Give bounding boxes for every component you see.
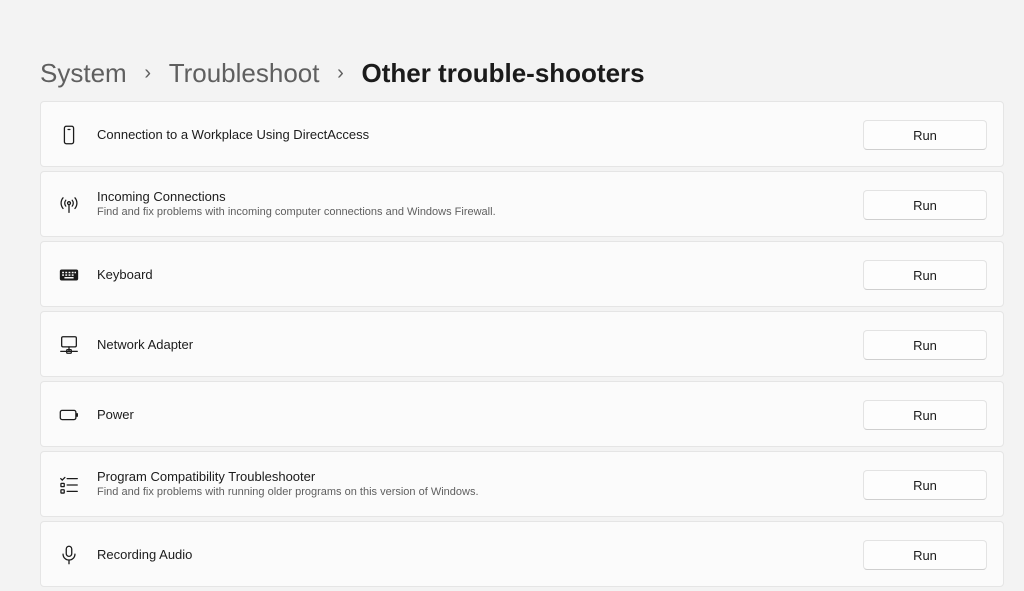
- item-title: Keyboard: [97, 266, 153, 282]
- item-text: Incoming Connections Find and fix proble…: [97, 172, 837, 236]
- item-text: Connection to a Workplace Using DirectAc…: [97, 102, 837, 166]
- run-button[interactable]: Run: [863, 470, 987, 500]
- item-text: Power: [97, 382, 837, 446]
- breadcrumb: System › Troubleshoot › Other trouble-sh…: [40, 56, 645, 90]
- antenna-icon: [57, 193, 81, 217]
- battery-icon: [57, 403, 81, 427]
- keyboard-icon: [57, 263, 81, 287]
- item-title: Network Adapter: [97, 336, 194, 352]
- item-text: Recording Audio: [97, 522, 837, 586]
- item-description: Find and fix problems with incoming comp…: [97, 206, 496, 218]
- troubleshooter-network-adapter: Network Adapter Run: [40, 311, 1004, 377]
- checklist-icon: [57, 473, 81, 497]
- item-title: Power: [97, 406, 134, 422]
- troubleshooter-incoming-connections: Incoming Connections Find and fix proble…: [40, 171, 1004, 237]
- troubleshooter-list: Connection to a Workplace Using DirectAc…: [40, 101, 1004, 591]
- run-button[interactable]: Run: [863, 120, 987, 150]
- run-button[interactable]: Run: [863, 540, 987, 570]
- breadcrumb-system[interactable]: System: [40, 58, 127, 89]
- item-text: Program Compatibility Troubleshooter Fin…: [97, 452, 837, 516]
- item-text: Keyboard: [97, 242, 837, 306]
- item-text: Network Adapter: [97, 312, 837, 376]
- run-button[interactable]: Run: [863, 260, 987, 290]
- breadcrumb-separator: ›: [144, 61, 152, 84]
- microphone-icon: [57, 543, 81, 567]
- item-title: Connection to a Workplace Using DirectAc…: [97, 126, 370, 142]
- item-description: Find and fix problems with running older…: [97, 486, 479, 498]
- troubleshooter-power: Power Run: [40, 381, 1004, 447]
- network-adapter-icon: [57, 333, 81, 357]
- troubleshooter-keyboard: Keyboard Run: [40, 241, 1004, 307]
- run-button[interactable]: Run: [863, 190, 987, 220]
- troubleshooter-program-compatibility: Program Compatibility Troubleshooter Fin…: [40, 451, 1004, 517]
- item-title: Program Compatibility Troubleshooter: [97, 469, 316, 484]
- run-button[interactable]: Run: [863, 330, 987, 360]
- item-title: Incoming Connections: [97, 189, 226, 204]
- run-button[interactable]: Run: [863, 400, 987, 430]
- breadcrumb-separator: ›: [337, 61, 344, 84]
- item-title: Recording Audio: [97, 546, 193, 562]
- page-title: Other trouble-shooters: [361, 57, 645, 88]
- troubleshooter-directaccess: Connection to a Workplace Using DirectAc…: [40, 101, 1004, 167]
- troubleshooter-recording-audio: Recording Audio Run: [40, 521, 1004, 587]
- phone-icon: [57, 123, 81, 147]
- breadcrumb-troubleshoot[interactable]: Troubleshoot: [169, 58, 320, 89]
